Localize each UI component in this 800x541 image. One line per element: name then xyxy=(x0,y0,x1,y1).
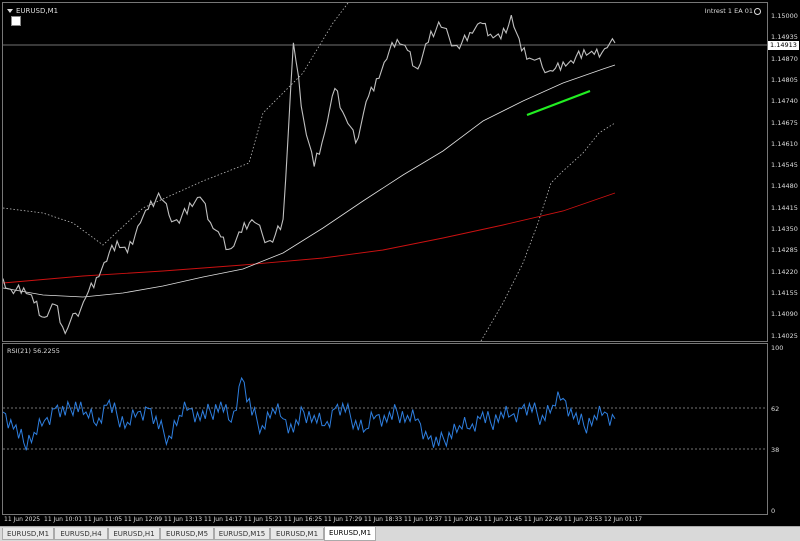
slow-ma-line xyxy=(3,192,616,284)
time-tick: 11 Jun 23:53 xyxy=(564,516,603,523)
symbol-text: EURUSD,M1 xyxy=(16,7,59,15)
rsi-tick: 62 xyxy=(771,405,780,413)
rsi-series-line xyxy=(3,376,616,451)
ea-text: Intrest 1 EA 01 xyxy=(704,7,753,15)
price-tick: 1.14285 xyxy=(771,246,798,255)
time-axis: 11 Jun 2025 11 Jun 10:01 11 Jun 11:05 11 Ju… xyxy=(2,515,768,526)
time-tick: 11 Jun 17:29 xyxy=(324,516,363,523)
time-tick: 11 Jun 19:37 xyxy=(404,516,443,523)
ea-smile-icon xyxy=(754,7,761,15)
chart-window[interactable]: EURUSD,M1 Intrest 1 EA 01 1.15000 1.14935… xyxy=(0,0,800,526)
time-tick: 11 Jun 15:21 xyxy=(244,516,283,523)
price-tick: 1.14480 xyxy=(771,182,798,191)
price-tick: 1.14870 xyxy=(771,54,798,63)
rsi-pane[interactable]: RSI(21) 56.2255 xyxy=(2,343,768,515)
price-tick: 1.14220 xyxy=(771,267,798,276)
price-tick: 1.14545 xyxy=(771,161,798,170)
price-tick: 1.15000 xyxy=(771,12,798,20)
time-tick: 11 Jun 13:13 xyxy=(164,516,203,523)
time-tick: 12 Jun 01:17 xyxy=(604,516,643,523)
chart-tab[interactable]: EURUSD,M1 xyxy=(2,528,54,540)
price-tick: 1.14610 xyxy=(771,139,798,148)
time-tick: 11 Jun 21:45 xyxy=(484,516,523,523)
rsi-axis: 100 62 38 0 xyxy=(768,343,800,515)
time-tick: 11 Jun 20:41 xyxy=(444,516,483,523)
current-price-tag: 1.14913 xyxy=(768,41,799,50)
one-click-trade-button[interactable] xyxy=(11,16,21,26)
price-tick: 1.14155 xyxy=(771,288,798,297)
chart-tab[interactable]: EURUSD,H1 xyxy=(108,528,160,540)
price-tick: 1.14090 xyxy=(771,310,798,319)
time-tick: 11 Jun 16:25 xyxy=(284,516,323,523)
chart-tab[interactable]: EURUSD,H4 xyxy=(54,528,108,540)
chart-tab[interactable]: EURUSD,M15 xyxy=(214,528,270,540)
time-tick: 11 Jun 18:33 xyxy=(364,516,403,523)
time-tick: 11 Jun 22:49 xyxy=(524,516,563,523)
chart-tab[interactable]: EURUSD,M1 xyxy=(324,527,376,541)
chart-tab-bar: EURUSD,M1 EURUSD,H4 EURUSD,H1 EURUSD,M5 EURU… xyxy=(0,526,800,541)
price-tick: 1.14415 xyxy=(771,203,798,212)
price-tick: 1.14805 xyxy=(771,75,798,84)
fast-ma-line xyxy=(3,64,616,298)
time-tick: 11 Jun 11:05 xyxy=(84,516,123,523)
price-tick: 1.14025 xyxy=(771,331,798,340)
time-tick: 11 Jun 12:09 xyxy=(124,516,163,523)
price-tick: 1.14740 xyxy=(771,97,798,106)
symbol-label: EURUSD,M1 xyxy=(7,7,58,15)
chart-tab[interactable]: EURUSD,M1 xyxy=(270,528,324,540)
time-tick: 11 Jun 14:17 xyxy=(204,516,243,523)
price-tick: 1.14350 xyxy=(771,225,798,233)
lower-band-line xyxy=(480,122,616,341)
price-chart-svg xyxy=(3,3,767,341)
time-tick: 11 Jun 10:01 xyxy=(44,516,83,523)
expert-advisor-label: Intrest 1 EA 01 xyxy=(705,7,761,15)
price-axis: 1.15000 1.14935 1.14870 1.14805 1.14740 1.146… xyxy=(768,2,800,342)
rsi-label: RSI(21) 56.2255 xyxy=(7,347,60,355)
price-tick: 1.14675 xyxy=(771,118,798,127)
rsi-chart-svg xyxy=(3,376,767,451)
rsi-tick: 0 xyxy=(771,507,776,515)
rsi-tick: 100 xyxy=(771,344,784,352)
dropdown-triangle-icon[interactable] xyxy=(7,9,13,13)
price-pane[interactable]: EURUSD,M1 Intrest 1 EA 01 xyxy=(2,2,768,342)
rsi-tick: 38 xyxy=(771,446,780,454)
chart-tab[interactable]: EURUSD,M5 xyxy=(160,528,214,540)
upper-band-line xyxy=(3,3,349,246)
time-tick: 11 Jun 2025 xyxy=(4,516,41,523)
